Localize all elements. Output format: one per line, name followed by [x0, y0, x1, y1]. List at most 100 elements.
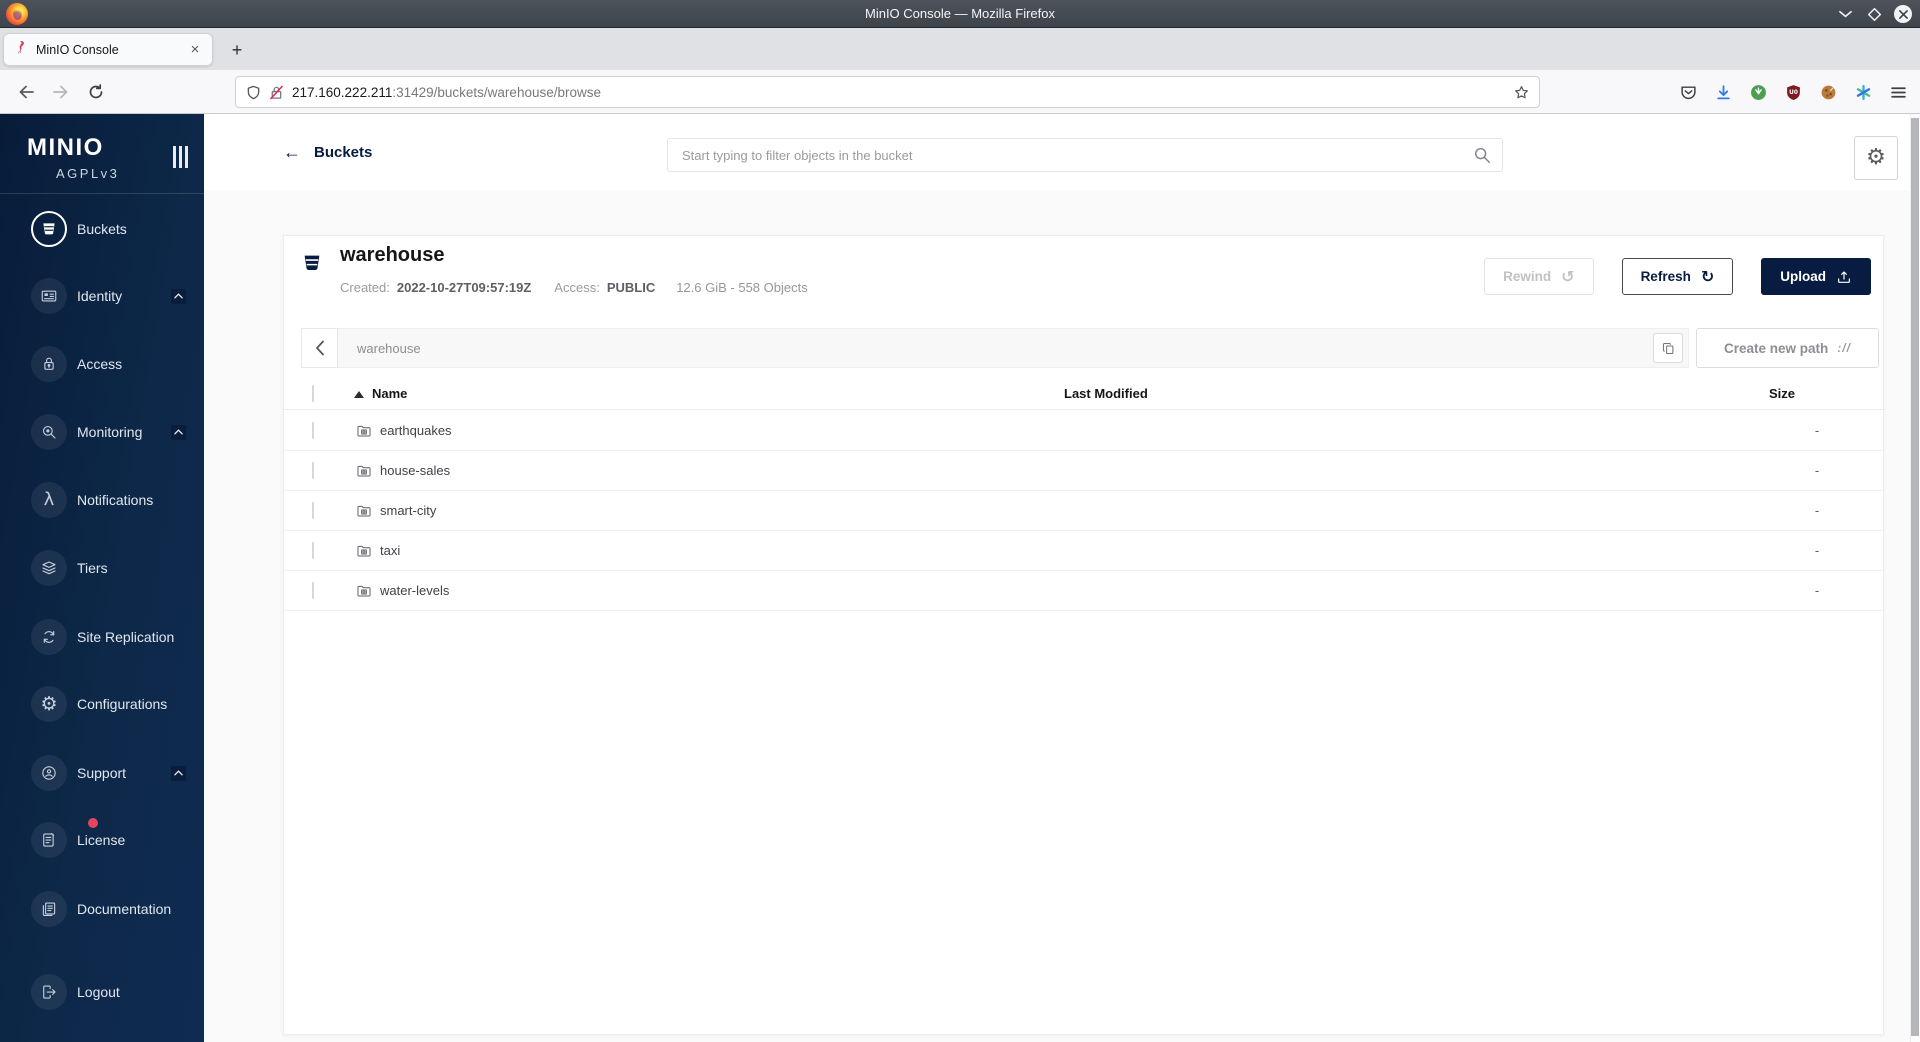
sidebar-item-support[interactable]: Support: [0, 755, 204, 791]
pocket-icon[interactable]: [1674, 78, 1702, 106]
current-path-bar: warehouse: [338, 328, 1689, 368]
object-name: taxi: [380, 543, 401, 558]
sidebar-item-monitoring[interactable]: Monitoring: [0, 414, 204, 450]
window-title: MinIO Console — Mozilla Firefox: [865, 6, 1055, 21]
replication-icon: [31, 619, 67, 655]
table-row[interactable]: earthquakes -: [284, 411, 1885, 451]
sidebar-item-notifications[interactable]: λ Notifications: [0, 482, 204, 518]
chevron-up-icon[interactable]: [171, 288, 186, 304]
object-size: -: [1814, 543, 1820, 558]
filter-objects-input[interactable]: [667, 138, 1503, 172]
url-path: :31429/buckets/warehouse/browse: [392, 84, 601, 100]
tab-minio-console[interactable]: MinIO Console ×: [3, 33, 213, 66]
table-row[interactable]: water-levels -: [284, 571, 1885, 611]
support-icon: [31, 755, 67, 791]
folder-icon: [357, 545, 371, 556]
forward-button[interactable]: [47, 78, 75, 106]
rewind-button[interactable]: Rewind ↺: [1484, 258, 1594, 295]
tab-close-icon[interactable]: ×: [187, 41, 203, 58]
table-row[interactable]: smart-city -: [284, 491, 1885, 531]
content-background: warehouse Created: 2022-10-27T09:57:19Z …: [204, 190, 1910, 1042]
path-back-button[interactable]: [301, 328, 338, 368]
window-minimize-icon[interactable]: [1836, 5, 1854, 23]
sort-asc-icon: [354, 391, 364, 398]
bucket-settings-button[interactable]: ⚙: [1854, 136, 1898, 180]
cookie-extension-icon[interactable]: [1814, 78, 1842, 106]
tab-bar: MinIO Console × +: [0, 28, 1920, 70]
row-checkbox[interactable]: [312, 542, 314, 559]
ublock-origin-icon[interactable]: U0: [1779, 78, 1807, 106]
table-row[interactable]: house-sales -: [284, 451, 1885, 491]
row-checkbox[interactable]: [312, 502, 314, 519]
url-bar[interactable]: 217.160.222.211:31429/buckets/warehouse/…: [235, 76, 1540, 108]
row-checkbox[interactable]: [312, 462, 314, 479]
downloads-icon[interactable]: [1709, 78, 1737, 106]
id-card-icon: [31, 278, 67, 314]
gear-icon: ⚙: [1866, 145, 1886, 170]
search-icon: [1473, 146, 1491, 164]
bucket-icon: [31, 211, 67, 247]
sidebar-item-configurations[interactable]: ⚙ Configurations: [0, 686, 204, 722]
tracking-shield-icon[interactable]: [246, 85, 261, 100]
row-checkbox[interactable]: [312, 422, 314, 439]
url-host: 217.160.222.211: [292, 84, 393, 100]
notification-badge: [88, 818, 98, 828]
object-size: -: [1814, 463, 1820, 478]
back-button[interactable]: [12, 78, 40, 106]
extension-green-icon[interactable]: [1744, 78, 1772, 106]
folder-icon: [357, 585, 371, 596]
column-header-last-modified[interactable]: Last Modified: [1064, 386, 1769, 401]
chevron-up-icon[interactable]: [171, 424, 186, 440]
bucket-browser-card: warehouse Created: 2022-10-27T09:57:19Z …: [283, 235, 1885, 1035]
license-icon: [31, 818, 98, 858]
bookmark-star-icon[interactable]: [1514, 85, 1529, 100]
sidebar-item-documentation[interactable]: Documentation: [0, 891, 204, 927]
table-row[interactable]: taxi -: [284, 531, 1885, 571]
row-checkbox[interactable]: [312, 582, 314, 599]
sidebar-item-access[interactable]: Access: [0, 346, 204, 382]
object-name: smart-city: [380, 503, 437, 518]
refresh-button[interactable]: Refresh ↻: [1621, 258, 1734, 295]
menu-hamburger-icon[interactable]: [1884, 78, 1912, 106]
sidebar-item-tiers[interactable]: Tiers: [0, 550, 204, 586]
minio-license-tag: AGPLv3: [56, 166, 120, 181]
chevron-up-icon[interactable]: [171, 765, 186, 781]
insecure-lock-icon[interactable]: [269, 85, 284, 100]
sidebar-item-license[interactable]: License: [0, 818, 204, 858]
window-titlebar: MinIO Console — Mozilla Firefox: [0, 0, 1920, 28]
scrollbar[interactable]: [1910, 114, 1920, 1042]
copy-path-button[interactable]: [1653, 333, 1683, 363]
sidebar-item-buckets[interactable]: Buckets: [0, 211, 204, 247]
usage-summary: 12.6 GiB - 558 Objects: [676, 280, 808, 295]
refresh-icon: ↻: [1700, 266, 1715, 286]
new-path-icon: ://: [1837, 341, 1851, 355]
objects-table-header: Name Last Modified Size: [284, 378, 1885, 410]
object-name: water-levels: [380, 583, 450, 598]
sidebar-item-identity[interactable]: Identity: [0, 278, 204, 314]
scrollbar-thumb[interactable]: [1911, 118, 1919, 1036]
sidebar-item-logout[interactable]: Logout: [0, 974, 204, 1010]
sidebar-item-site-replication[interactable]: Site Replication: [0, 619, 204, 655]
lock-icon: [31, 346, 67, 382]
select-all-checkbox[interactable]: [312, 385, 314, 402]
layers-icon: [31, 550, 67, 586]
window-close-icon[interactable]: [1894, 5, 1912, 23]
upload-button[interactable]: Upload: [1761, 258, 1871, 295]
new-tab-button[interactable]: +: [224, 37, 250, 63]
back-to-buckets[interactable]: ← Buckets: [283, 114, 372, 190]
reload-button[interactable]: [82, 78, 110, 106]
create-new-path-button[interactable]: Create new path ://: [1696, 328, 1879, 368]
column-header-name[interactable]: Name: [354, 386, 1064, 401]
sidebar: MINIO AGPLv3 Buckets Identity Access Mon…: [0, 114, 204, 1042]
minio-favicon-icon: [13, 40, 28, 60]
object-name: earthquakes: [380, 423, 452, 438]
sidebar-collapse-icon[interactable]: [173, 146, 188, 168]
access-label: Access:: [554, 280, 600, 295]
column-header-size[interactable]: Size: [1769, 386, 1865, 401]
window-maximize-icon[interactable]: [1865, 5, 1883, 23]
url-text[interactable]: 217.160.222.211:31429/buckets/warehouse/…: [292, 85, 1506, 100]
main-content: ← Buckets ⚙ warehouse Created: 2022-10-2…: [204, 114, 1910, 1042]
extension-asterisk-icon[interactable]: [1849, 78, 1877, 106]
object-size: -: [1814, 583, 1820, 598]
folder-icon: [357, 425, 371, 436]
